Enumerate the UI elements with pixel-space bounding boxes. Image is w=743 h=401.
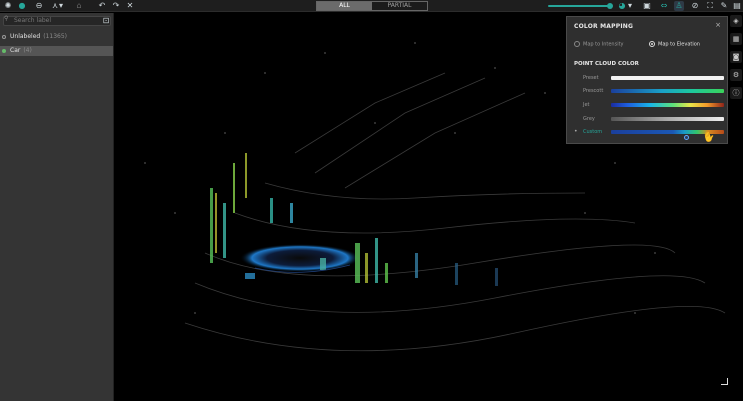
close-icon[interactable]: ✕ [125,1,135,11]
close-button[interactable]: × [715,21,721,29]
resize-corner-icon[interactable] [721,378,728,385]
search-input[interactable]: Search label [3,16,111,26]
app-logo-icon[interactable]: ✺ [3,1,13,11]
globe-icon[interactable]: ● [17,1,27,11]
search-icon: ⚲ [4,15,9,22]
palette-label: Preset [583,75,599,81]
top-toolbar: ✺ ● ⊖ ⋏ ▾ ⌂ ↶ ↷ ✕ ALL PARTIAL ◕ ▾ ▣ ⇔ ♙ … [0,0,743,12]
layer-name: Unlabeled [10,33,41,40]
layer-count: (4) [23,47,32,54]
palette-bar[interactable] [611,117,724,121]
palette-preset[interactable]: Preset [574,74,726,82]
visibility-toggle[interactable] [2,35,6,39]
visibility-toggle[interactable] [2,49,6,53]
palette-chevron-icon[interactable]: ▾ [627,1,633,11]
radio-button[interactable] [574,41,580,47]
palette-bar[interactable] [611,89,724,93]
redo-icon[interactable]: ↷ [111,1,121,11]
option-label: Map to Elevation [658,41,700,48]
layer-item-unlabeled[interactable]: Unlabeled (11365) [0,32,113,42]
palette-bar[interactable] [611,76,724,80]
user-icon[interactable]: ♙ [674,1,684,11]
palette-jet[interactable]: Jet [574,101,726,109]
label-sidebar: Search label ⚲ ⊡ Unlabeled (11365) Car (4) [0,13,114,401]
chevron-down-icon[interactable]: ▾ [58,1,64,11]
collapse-icon[interactable]: ⊡ [101,16,111,26]
point-size-slider[interactable] [548,5,610,7]
gradient-stop-handle[interactable] [684,135,689,140]
layer-count: (11365) [43,33,67,40]
sensor-ring [240,244,360,272]
option-label: Map to Intensity [583,41,624,48]
panel-title: COLOR MAPPING [574,23,634,30]
undo-icon[interactable]: ↶ [97,1,107,11]
palette-label: Jet [583,102,590,108]
palette-grey[interactable]: Grey [574,115,726,123]
layers-icon[interactable]: ◈ [730,15,742,27]
palette-prescott[interactable]: Prescott [574,87,726,95]
minus-circle-icon[interactable]: ⊖ [34,1,44,11]
layer-item-car[interactable]: Car (4) [0,46,113,56]
color-mapping-panel: COLOR MAPPING × Map to Intensity Map to … [566,16,728,144]
map-to-elevation-option[interactable]: Map to Elevation [649,41,700,49]
settings-icon[interactable]: ⚙ [730,69,742,81]
map-to-intensity-option[interactable]: Map to Intensity [574,41,624,49]
palette-bar[interactable] [611,103,724,107]
color-palette-icon[interactable]: ◕ [617,1,627,11]
view-mode-toggle: ALL PARTIAL [316,1,428,11]
image-icon[interactable]: ▣ [642,1,652,11]
tab-partial[interactable]: PARTIAL [372,2,427,10]
section-title: POINT CLOUD COLOR [574,61,639,67]
palette-label: Grey [583,116,595,122]
tab-all[interactable]: ALL [317,2,372,10]
brush-icon[interactable]: ✎ [719,1,729,11]
grid-icon[interactable]: ▦ [730,33,742,45]
ruler-icon[interactable]: ⊘ [690,1,700,11]
trash-icon[interactable]: ⌂ [74,1,84,11]
radio-button[interactable] [649,41,655,47]
palette-label: Prescott [583,88,604,94]
palette-label: Custom [583,129,603,135]
save-icon[interactable]: ▤ [732,1,742,11]
measure-icon[interactable]: ⇔ [659,1,669,11]
fullscreen-icon[interactable]: ⛶ [705,1,715,11]
right-icon-strip: ◈ ▦ ◙ ⚙ ⓘ [729,13,743,153]
point-size-slider-handle[interactable] [607,3,613,9]
info-icon[interactable]: ⓘ [730,87,742,99]
camera-icon[interactable]: ◙ [730,51,742,63]
current-indicator: • [574,128,578,135]
layer-name: Car [10,47,21,54]
